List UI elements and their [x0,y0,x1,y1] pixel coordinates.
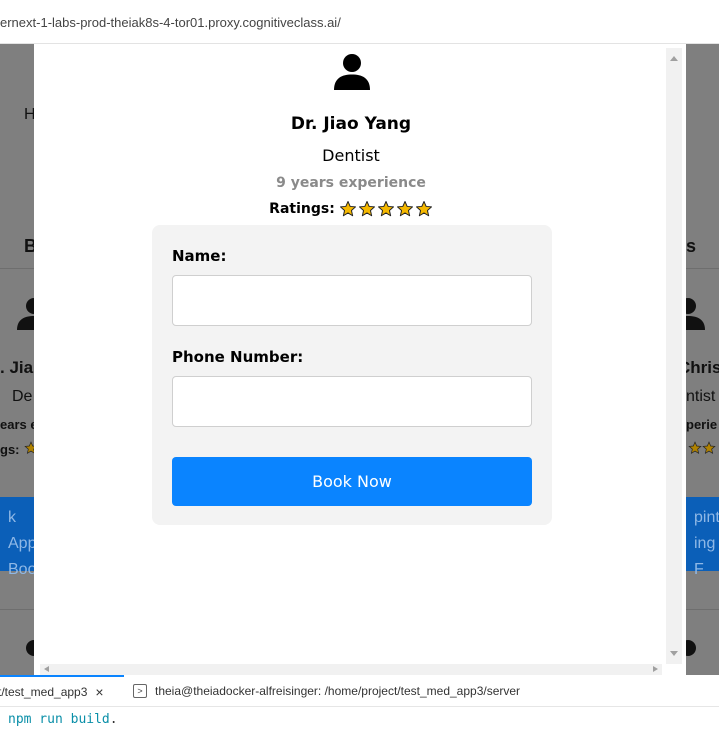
phone-label: Phone Number: [172,348,304,366]
bg-divider [686,268,719,269]
terminal-command-suffix: . [109,712,118,727]
bg-button-text: k App [8,509,37,552]
scroll-left-icon[interactable] [44,666,49,672]
booking-form: Name: Phone Number: Book Now [152,225,552,525]
star-icon [377,201,394,217]
phone-input[interactable] [172,376,532,427]
bg-button-text: ing F [694,535,716,578]
modal-vertical-scrollbar[interactable] [666,48,682,664]
bg-divider [0,609,34,610]
ratings-label: Ratings: [269,201,335,217]
bg-divider [686,609,719,610]
bg-right-card-experience: perie [686,417,718,432]
bg-left-card-ratings: gs: [0,442,20,457]
rating-stars [339,200,433,218]
bg-left-card-experience: ears e [0,417,38,432]
name-input[interactable] [172,275,532,326]
terminal-tab-label: t/test_med_app3 [0,685,88,699]
bg-divider [0,268,34,269]
terminal-panel: t/test_med_app3 × > theia@theiadocker-al… [0,675,719,749]
bg-left-card-name: . Jia [0,358,34,377]
modal-horizontal-scrollbar[interactable] [40,664,662,675]
bg-right-book-button[interactable]: pintn ing F [686,497,719,578]
terminal-command: npm run build [8,712,110,727]
terminal-tab-active[interactable]: t/test_med_app3 × [0,675,124,707]
bg-right-stars-icon [688,441,716,454]
terminal-tab-server[interactable]: > theia@theiadocker-alfreisinger: /home/… [133,675,520,707]
scroll-right-icon[interactable] [653,666,658,672]
bg-button-text: pintn [694,509,719,526]
terminal-tabs: t/test_med_app3 × > theia@theiadocker-al… [0,675,719,707]
doctor-specialty: Dentist [322,146,380,165]
bg-left-book-button[interactable]: k App Boo [0,497,37,578]
bg-left-card-specialty: De [12,388,33,405]
bg-button-text: Boo [8,561,37,578]
bg-right-col-heading: s [686,236,697,256]
scroll-down-icon[interactable] [670,651,678,656]
star-icon [396,201,413,217]
doctor-name: Dr. Jiao Yang [290,114,412,134]
doctor-ratings: Ratings: [34,200,668,218]
terminal-output[interactable]: npm run build. [8,712,118,727]
star-icon [358,201,375,217]
terminal-icon: > [133,684,147,698]
book-now-button[interactable]: Book Now [172,457,532,506]
doctor-avatar-icon [334,54,370,90]
doctor-experience: 9 years experience [276,175,426,191]
booking-modal: Dr. Jiao Yang Dentist 9 years experience… [34,44,686,675]
star-icon [415,201,432,217]
terminal-tab-label: theia@theiadocker-alfreisinger: /home/pr… [155,684,521,698]
address-url[interactable]: ernext-1-labs-prod-theiak8s-4-tor01.prox… [0,15,341,30]
scroll-up-icon[interactable] [670,56,678,61]
close-icon[interactable]: × [95,684,103,700]
name-label: Name: [172,247,227,265]
star-icon [339,201,356,217]
bg-right-card-specialty: ntist [686,388,716,405]
browser-address-bar[interactable]: ernext-1-labs-prod-theiak8s-4-tor01.prox… [0,0,719,44]
